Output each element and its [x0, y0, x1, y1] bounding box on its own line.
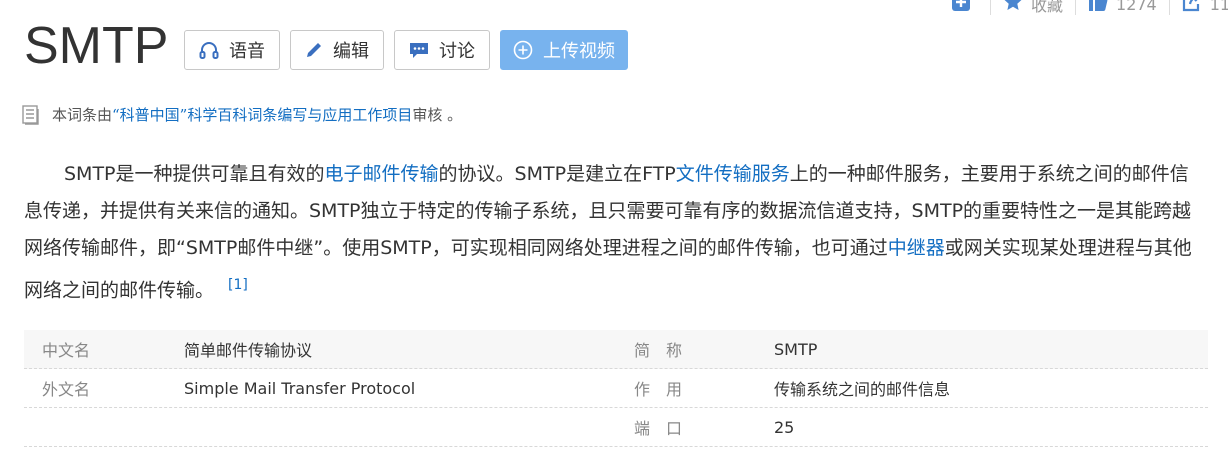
favorite-button[interactable]: 收藏	[991, 0, 1075, 17]
info-value: 简单邮件传输协议	[184, 341, 313, 360]
info-value: Simple Mail Transfer Protocol	[184, 378, 416, 398]
repeater-link[interactable]: 中继器	[888, 237, 945, 259]
info-row: 外文名 Simple Mail Transfer Protocol 作 用 传输…	[24, 369, 1208, 408]
info-key: 中文名	[42, 341, 91, 360]
favorite-label: 收藏	[1031, 0, 1064, 15]
review-project-link[interactable]: “科普中国”科学百科词条编写与应用工作项目	[112, 104, 412, 125]
info-key: 作 用	[634, 380, 683, 399]
info-key: 外文名	[42, 380, 91, 399]
intro-text: 的协议。SMTP是建立在FTP	[438, 163, 676, 185]
info-value: 25	[774, 417, 795, 437]
review-notice: 本词条由 “科普中国”科学百科词条编写与应用工作项目 审核 。	[22, 104, 462, 125]
info-value: 传输系统之间的邮件信息	[774, 380, 951, 399]
file-transfer-service-link[interactable]: 文件传输服务	[676, 163, 790, 185]
reference-link[interactable]: [1]	[228, 277, 248, 293]
edit-label: 编辑	[333, 41, 369, 62]
like-button[interactable]: 1274	[1076, 0, 1169, 17]
basic-info-table: 中文名 简单邮件传输协议 简 称 SMTP 外文名 Simple Mail Tr…	[24, 330, 1208, 447]
stats-bar: 收藏 1274 11	[940, 0, 1228, 16]
intro-paragraph: SMTP是一种提供可靠且有效的电子邮件传输的协议。SMTP是建立在FTP文件传输…	[24, 156, 1204, 309]
chat-icon	[409, 41, 429, 59]
upload-video-label: 上传视频	[543, 41, 615, 62]
voice-label: 语音	[229, 41, 265, 62]
discuss-label: 讨论	[439, 41, 475, 62]
star-icon	[1003, 0, 1023, 17]
upload-video-button[interactable]: 上传视频	[500, 30, 628, 70]
info-row: 端 口 25	[24, 408, 1208, 447]
thumbs-up-icon	[1088, 0, 1108, 17]
share-button[interactable]: 11	[1170, 0, 1228, 17]
info-key: 简 称	[634, 341, 683, 360]
email-transfer-link[interactable]: 电子邮件传输	[325, 163, 439, 185]
add-item[interactable]	[940, 0, 990, 16]
voice-button[interactable]: 语音	[184, 30, 280, 70]
discuss-button[interactable]: 讨论	[394, 30, 490, 70]
review-prefix: 本词条由	[52, 106, 113, 124]
plus-icon	[952, 0, 970, 16]
info-value: SMTP	[774, 339, 818, 359]
info-key: 端 口	[634, 419, 683, 438]
page-title: SMTP	[24, 17, 169, 75]
headphones-icon	[199, 41, 219, 59]
intro-text: SMTP是一种提供可靠且有效的	[64, 163, 325, 185]
info-row: 中文名 简单邮件传输协议 简 称 SMTP	[24, 330, 1208, 369]
review-suffix: 审核 。	[412, 106, 463, 124]
like-count: 1274	[1116, 0, 1157, 14]
edit-button[interactable]: 编辑	[290, 30, 384, 70]
plus-circle-icon	[513, 40, 533, 60]
share-icon	[1182, 0, 1202, 17]
pencil-icon	[305, 41, 323, 59]
title-toolbar: 语音 编辑 讨论 上传视频	[184, 30, 638, 70]
share-count: 11	[1209, 0, 1228, 14]
document-icon	[22, 104, 40, 125]
